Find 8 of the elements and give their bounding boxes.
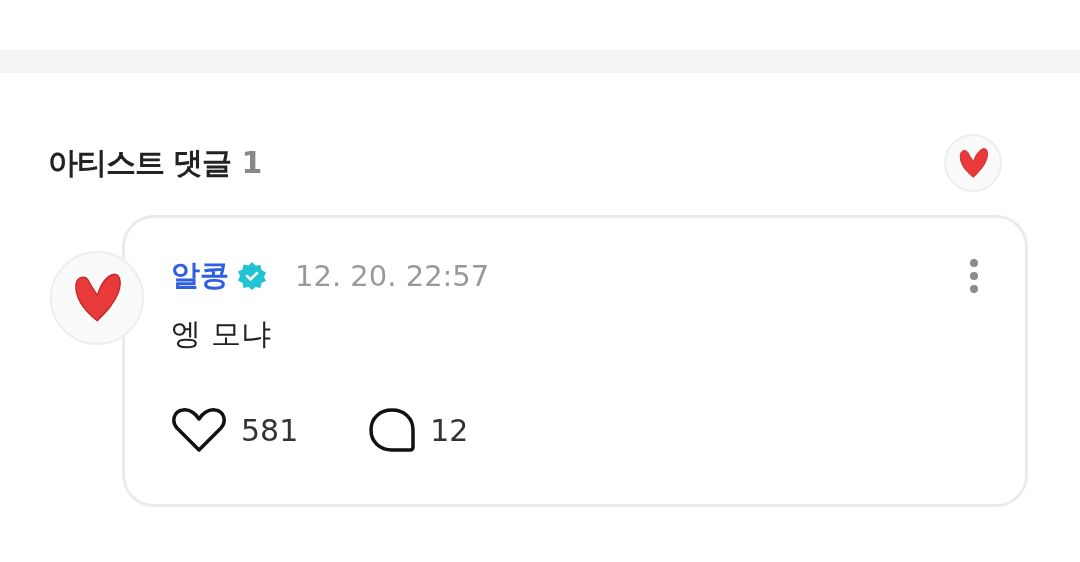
author-name[interactable]: 알콩 [171,256,229,296]
section-title: 아티스트 댓글 [48,143,232,182]
comment-text: 엥 모냐 [171,315,272,353]
reply-button[interactable]: 12 [368,407,469,453]
comment-time: 12. 20. 22:57 [295,259,490,293]
more-options-icon[interactable] [969,258,979,294]
comment-count: 1 [241,144,263,180]
like-button[interactable]: 581 [171,407,299,453]
